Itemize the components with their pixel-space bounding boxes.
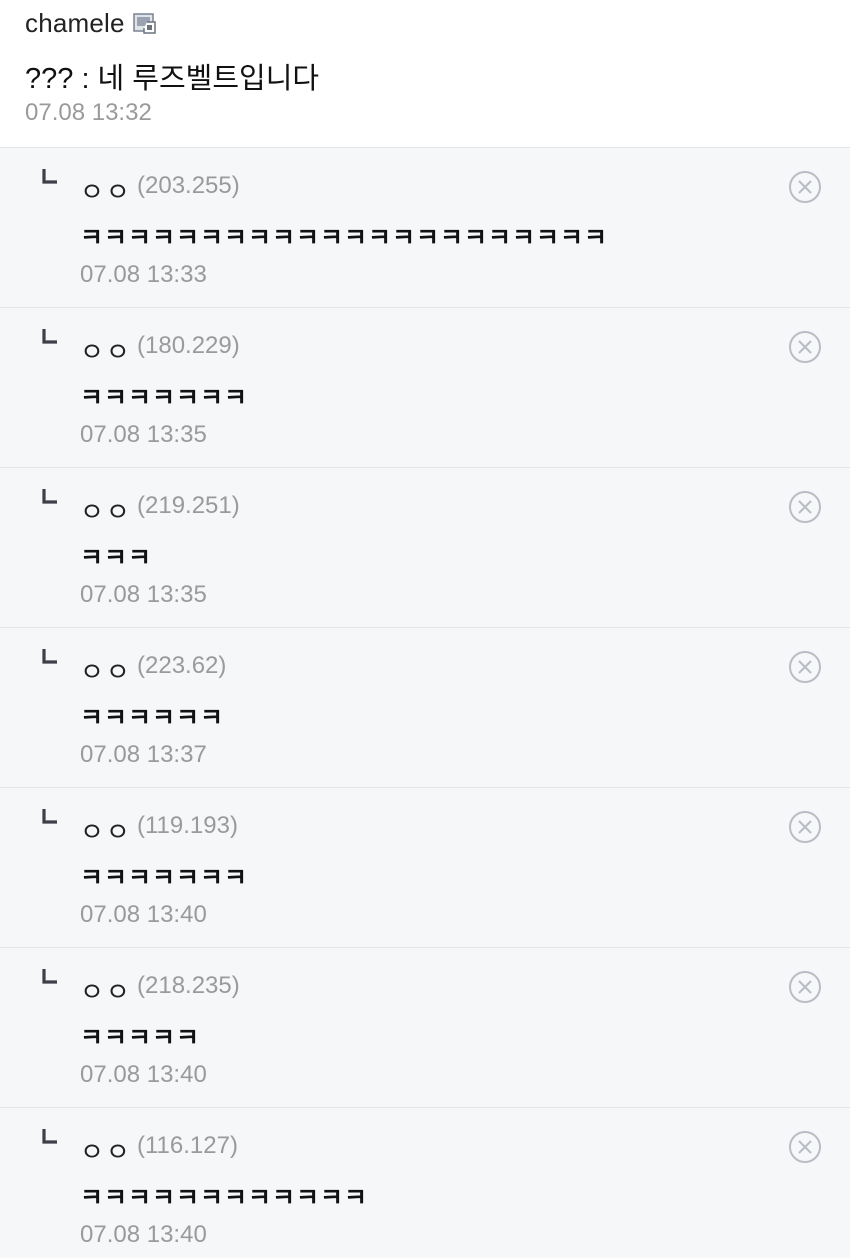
reply-item: ㅇㅇ (219.251) ㅋㅋㅋ 07.08 13:35 bbox=[0, 467, 850, 627]
reply-corner-icon bbox=[42, 168, 58, 184]
reply-item: ㅇㅇ (218.235) ㅋㅋㅋㅋㅋ 07.08 13:40 bbox=[0, 947, 850, 1107]
reply-corner-icon bbox=[42, 808, 58, 824]
reply-time: 07.08 13:40 bbox=[80, 1221, 207, 1248]
reply-ip: (219.251) bbox=[137, 492, 240, 519]
reply-time: 07.08 13:33 bbox=[80, 261, 207, 288]
fixed-member-icon bbox=[132, 12, 157, 35]
reply-nickname[interactable]: ㅇㅇ bbox=[80, 172, 132, 209]
reply-time: 07.08 13:35 bbox=[80, 421, 207, 448]
reply-nickname[interactable]: ㅇㅇ bbox=[80, 972, 132, 1009]
reply-nickname[interactable]: ㅇㅇ bbox=[80, 492, 132, 529]
reply-ip: (223.62) bbox=[137, 652, 227, 679]
reply-text: ㅋㅋㅋㅋㅋㅋ bbox=[80, 703, 225, 732]
reply-nickname[interactable]: ㅇㅇ bbox=[80, 1132, 132, 1169]
reply-corner-icon bbox=[42, 648, 58, 664]
reply-text: ㅋㅋㅋㅋㅋㅋㅋ bbox=[80, 383, 249, 412]
main-comment: chamele ??? : 네 루즈벨트입니다 07.08 13:32 bbox=[0, 0, 850, 147]
comment-text: ??? : 네 루즈벨트입니다 bbox=[25, 63, 320, 95]
reply-item: ㅇㅇ (223.62) ㅋㅋㅋㅋㅋㅋ 07.08 13:37 bbox=[0, 627, 850, 787]
reply-item: ㅇㅇ (180.229) ㅋㅋㅋㅋㅋㅋㅋ 07.08 13:35 bbox=[0, 307, 850, 467]
reply-text: ㅋㅋㅋㅋㅋㅋㅋㅋㅋㅋㅋㅋㅋㅋㅋㅋㅋㅋㅋㅋㅋㅋ bbox=[80, 223, 609, 252]
reply-nickname[interactable]: ㅇㅇ bbox=[80, 812, 132, 849]
reply-item: ㅇㅇ (203.255) ㅋㅋㅋㅋㅋㅋㅋㅋㅋㅋㅋㅋㅋㅋㅋㅋㅋㅋㅋㅋㅋㅋ 07.0… bbox=[0, 147, 850, 307]
comment-author[interactable]: chamele bbox=[25, 8, 157, 39]
close-circle-icon[interactable] bbox=[788, 330, 822, 364]
reply-time: 07.08 13:40 bbox=[80, 901, 207, 928]
reply-ip: (203.255) bbox=[137, 172, 240, 199]
reply-nickname[interactable]: ㅇㅇ bbox=[80, 652, 132, 689]
reply-item: ㅇㅇ (119.193) ㅋㅋㅋㅋㅋㅋㅋ 07.08 13:40 bbox=[0, 787, 850, 947]
reply-corner-icon bbox=[42, 328, 58, 344]
reply-corner-icon bbox=[42, 1128, 58, 1144]
close-circle-icon[interactable] bbox=[788, 810, 822, 844]
comment-time: 07.08 13:32 bbox=[25, 99, 152, 126]
reply-corner-icon bbox=[42, 488, 58, 504]
close-circle-icon[interactable] bbox=[788, 970, 822, 1004]
reply-ip: (116.127) bbox=[137, 1132, 238, 1159]
reply-text: ㅋㅋㅋㅋㅋㅋㅋㅋㅋㅋㅋㅋ bbox=[80, 1183, 369, 1212]
reply-time: 07.08 13:35 bbox=[80, 581, 207, 608]
close-circle-icon[interactable] bbox=[788, 170, 822, 204]
close-circle-icon[interactable] bbox=[788, 490, 822, 524]
reply-time: 07.08 13:40 bbox=[80, 1061, 207, 1088]
reply-ip: (180.229) bbox=[137, 332, 240, 359]
reply-corner-icon bbox=[42, 968, 58, 984]
author-name[interactable]: chamele bbox=[25, 8, 125, 39]
close-circle-icon[interactable] bbox=[788, 1130, 822, 1164]
reply-list: ㅇㅇ (203.255) ㅋㅋㅋㅋㅋㅋㅋㅋㅋㅋㅋㅋㅋㅋㅋㅋㅋㅋㅋㅋㅋㅋ 07.0… bbox=[0, 147, 850, 1258]
reply-text: ㅋㅋㅋㅋㅋㅋㅋ bbox=[80, 863, 249, 892]
reply-ip: (218.235) bbox=[137, 972, 240, 999]
reply-ip: (119.193) bbox=[137, 812, 238, 839]
close-circle-icon[interactable] bbox=[788, 650, 822, 684]
reply-item: ㅇㅇ (116.127) ㅋㅋㅋㅋㅋㅋㅋㅋㅋㅋㅋㅋ 07.08 13:40 bbox=[0, 1107, 850, 1258]
reply-time: 07.08 13:37 bbox=[80, 741, 207, 768]
reply-text: ㅋㅋㅋㅋㅋ bbox=[80, 1023, 201, 1052]
reply-nickname[interactable]: ㅇㅇ bbox=[80, 332, 132, 369]
reply-text: ㅋㅋㅋ bbox=[80, 543, 153, 572]
